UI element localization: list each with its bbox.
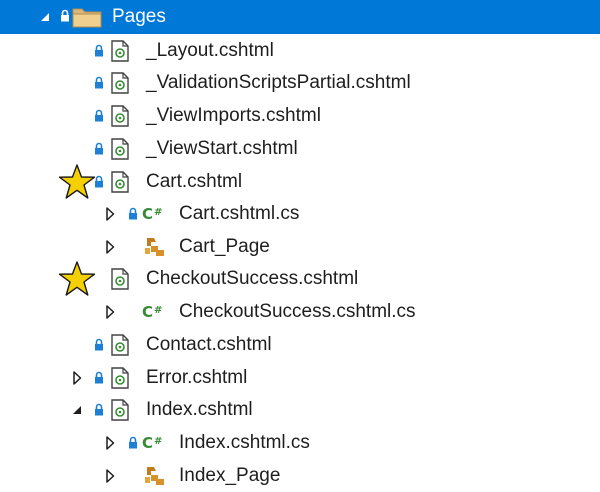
lock-icon bbox=[128, 207, 138, 220]
lock-icon bbox=[94, 175, 104, 188]
cshtml-file-icon bbox=[110, 399, 130, 421]
tree-node-label: Pages bbox=[112, 6, 166, 27]
cshtml-file-icon bbox=[110, 105, 130, 127]
tree-node-view-imports[interactable]: _ViewImports.cshtml bbox=[0, 100, 600, 132]
tree-node-cart[interactable]: Cart.cshtml bbox=[0, 164, 600, 199]
tree-node-contact[interactable]: Contact.cshtml bbox=[0, 329, 600, 361]
expanded-arrow-icon[interactable] bbox=[38, 10, 52, 24]
tree-node-label: Cart.cshtml.cs bbox=[179, 203, 300, 224]
svg-text:#: # bbox=[154, 207, 162, 218]
lock-icon bbox=[94, 142, 104, 155]
tree-node-checkout-success-cs[interactable]: C # CheckoutSuccess.cshtml.cs bbox=[0, 296, 600, 328]
tree-node-label: Index_Page bbox=[179, 465, 281, 486]
csharp-file-icon: C # bbox=[142, 303, 168, 321]
csharp-file-icon: C # bbox=[142, 434, 168, 452]
csharp-file-icon: C # bbox=[142, 205, 168, 223]
tree-node-index-page[interactable]: Index_Page bbox=[0, 460, 600, 492]
svg-text:C: C bbox=[142, 205, 153, 223]
collapsed-arrow-icon[interactable] bbox=[103, 436, 117, 450]
tree-node-label: Error.cshtml bbox=[146, 367, 248, 388]
tree-node-index-cs[interactable]: C # Index.cshtml.cs bbox=[0, 427, 600, 459]
class-icon bbox=[142, 236, 166, 258]
class-icon bbox=[142, 465, 166, 487]
folder-icon bbox=[72, 6, 102, 28]
svg-text:C: C bbox=[142, 434, 153, 452]
tree-node-pages-folder[interactable]: Pages bbox=[0, 0, 600, 34]
tree-node-label: _ValidationScriptsPartial.cshtml bbox=[146, 72, 411, 93]
svg-text:#: # bbox=[154, 305, 162, 316]
tree-node-layout[interactable]: _Layout.cshtml bbox=[0, 35, 600, 67]
collapsed-arrow-icon[interactable] bbox=[70, 371, 84, 385]
lock-icon bbox=[94, 371, 104, 384]
cshtml-file-icon bbox=[110, 268, 130, 290]
collapsed-arrow-icon[interactable] bbox=[103, 305, 117, 319]
lock-icon bbox=[94, 109, 104, 122]
tree-node-error[interactable]: Error.cshtml bbox=[0, 362, 600, 394]
tree-node-index[interactable]: Index.cshtml bbox=[0, 394, 600, 426]
tree-node-cart-page[interactable]: Cart_Page bbox=[0, 231, 600, 263]
tree-node-label: _ViewStart.cshtml bbox=[146, 138, 298, 159]
lock-icon bbox=[94, 44, 104, 57]
collapsed-arrow-icon[interactable] bbox=[103, 469, 117, 483]
collapsed-arrow-icon[interactable] bbox=[103, 240, 117, 254]
tree-node-view-start[interactable]: _ViewStart.cshtml bbox=[0, 133, 600, 165]
tree-node-checkout-success[interactable]: CheckoutSuccess.cshtml bbox=[0, 261, 600, 296]
lock-icon bbox=[94, 338, 104, 351]
svg-text:C: C bbox=[142, 303, 153, 321]
tree-node-label: Contact.cshtml bbox=[146, 334, 272, 355]
tree-node-label: CheckoutSuccess.cshtml.cs bbox=[179, 301, 416, 322]
lock-icon bbox=[60, 9, 70, 22]
collapsed-arrow-icon[interactable] bbox=[103, 207, 117, 221]
lock-icon bbox=[94, 403, 104, 416]
cshtml-file-icon bbox=[110, 171, 130, 193]
tree-node-validation-scripts-partial[interactable]: _ValidationScriptsPartial.cshtml bbox=[0, 67, 600, 99]
cshtml-file-icon bbox=[110, 367, 130, 389]
lock-icon bbox=[128, 436, 138, 449]
cshtml-file-icon bbox=[110, 40, 130, 62]
tree-node-label: CheckoutSuccess.cshtml bbox=[146, 268, 359, 289]
cshtml-file-icon bbox=[110, 138, 130, 160]
tree-node-label: _ViewImports.cshtml bbox=[146, 105, 321, 126]
solution-explorer-tree: Pages _Layout.cshtml _ValidationScriptsP… bbox=[0, 0, 600, 492]
cshtml-file-icon bbox=[110, 72, 130, 94]
expanded-arrow-icon[interactable] bbox=[70, 403, 84, 417]
svg-text:#: # bbox=[154, 436, 162, 447]
lock-icon bbox=[94, 76, 104, 89]
cshtml-file-icon bbox=[110, 334, 130, 356]
tree-node-label: Index.cshtml.cs bbox=[179, 432, 310, 453]
tree-node-label: Cart.cshtml bbox=[146, 171, 243, 192]
tree-node-label: _Layout.cshtml bbox=[146, 40, 274, 61]
tree-node-label: Index.cshtml bbox=[146, 399, 253, 420]
tree-node-cart-cs[interactable]: C # Cart.cshtml.cs bbox=[0, 198, 600, 230]
tree-node-label: Cart_Page bbox=[179, 236, 270, 257]
